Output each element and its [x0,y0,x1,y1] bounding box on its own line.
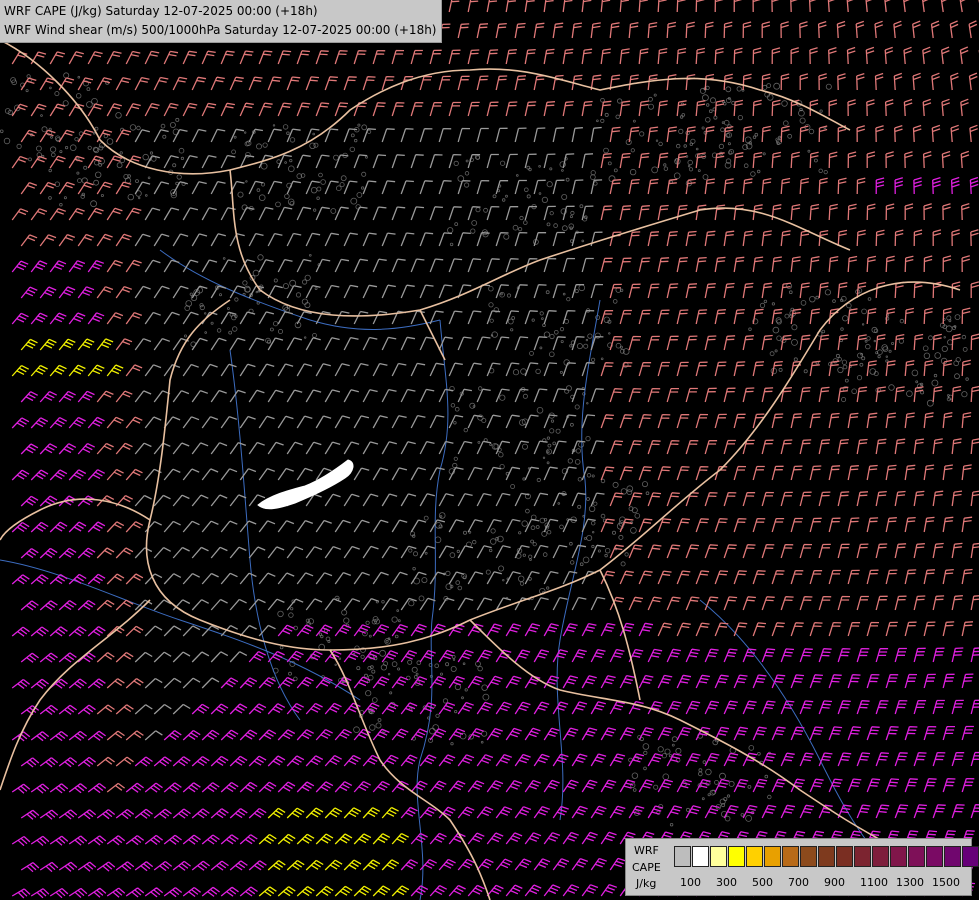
legend-swatch [692,846,709,867]
legend-color-scale [674,846,979,867]
legend-swatch [836,846,853,867]
legend-swatch [926,846,943,867]
legend-swatch [728,846,745,867]
legend-swatch [674,846,691,867]
legend-swatch [944,846,961,867]
legend-swatch [962,846,979,867]
legend-swatch [782,846,799,867]
legend-tick-label: 300 [716,876,737,889]
legend-tick-label: 500 [752,876,773,889]
legend-label-wrf: WRF [634,844,659,857]
wind-shear-map [0,0,979,900]
legend-label-cape: CAPE [632,861,661,874]
legend-swatch [890,846,907,867]
legend-swatch [872,846,889,867]
legend-swatch [818,846,835,867]
cape-legend: WRF CAPE J/kg 100 300 500 700 900 1100 1300 150… [625,838,979,896]
legend-label-unit: J/kg [636,877,657,890]
legend-swatch [764,846,781,867]
legend-swatch [800,846,817,867]
legend-swatch [854,846,871,867]
title-wind-shear: WRF Wind shear (m/s) 500/1000hPa Saturda… [4,23,437,37]
legend-swatch [908,846,925,867]
legend-tick-label: 100 [680,876,701,889]
legend-tick-label: 1300 [896,876,924,889]
legend-swatch [710,846,727,867]
legend-swatch [746,846,763,867]
legend-tick-label: 900 [824,876,845,889]
title-cape: WRF CAPE (J/kg) Saturday 12-07-2025 00:0… [4,4,318,18]
legend-tick-label: 700 [788,876,809,889]
legend-tick-label: 1500 [932,876,960,889]
map-title: WRF CAPE (J/kg) Saturday 12-07-2025 00:0… [0,0,442,43]
legend-tick-label: 1100 [860,876,888,889]
